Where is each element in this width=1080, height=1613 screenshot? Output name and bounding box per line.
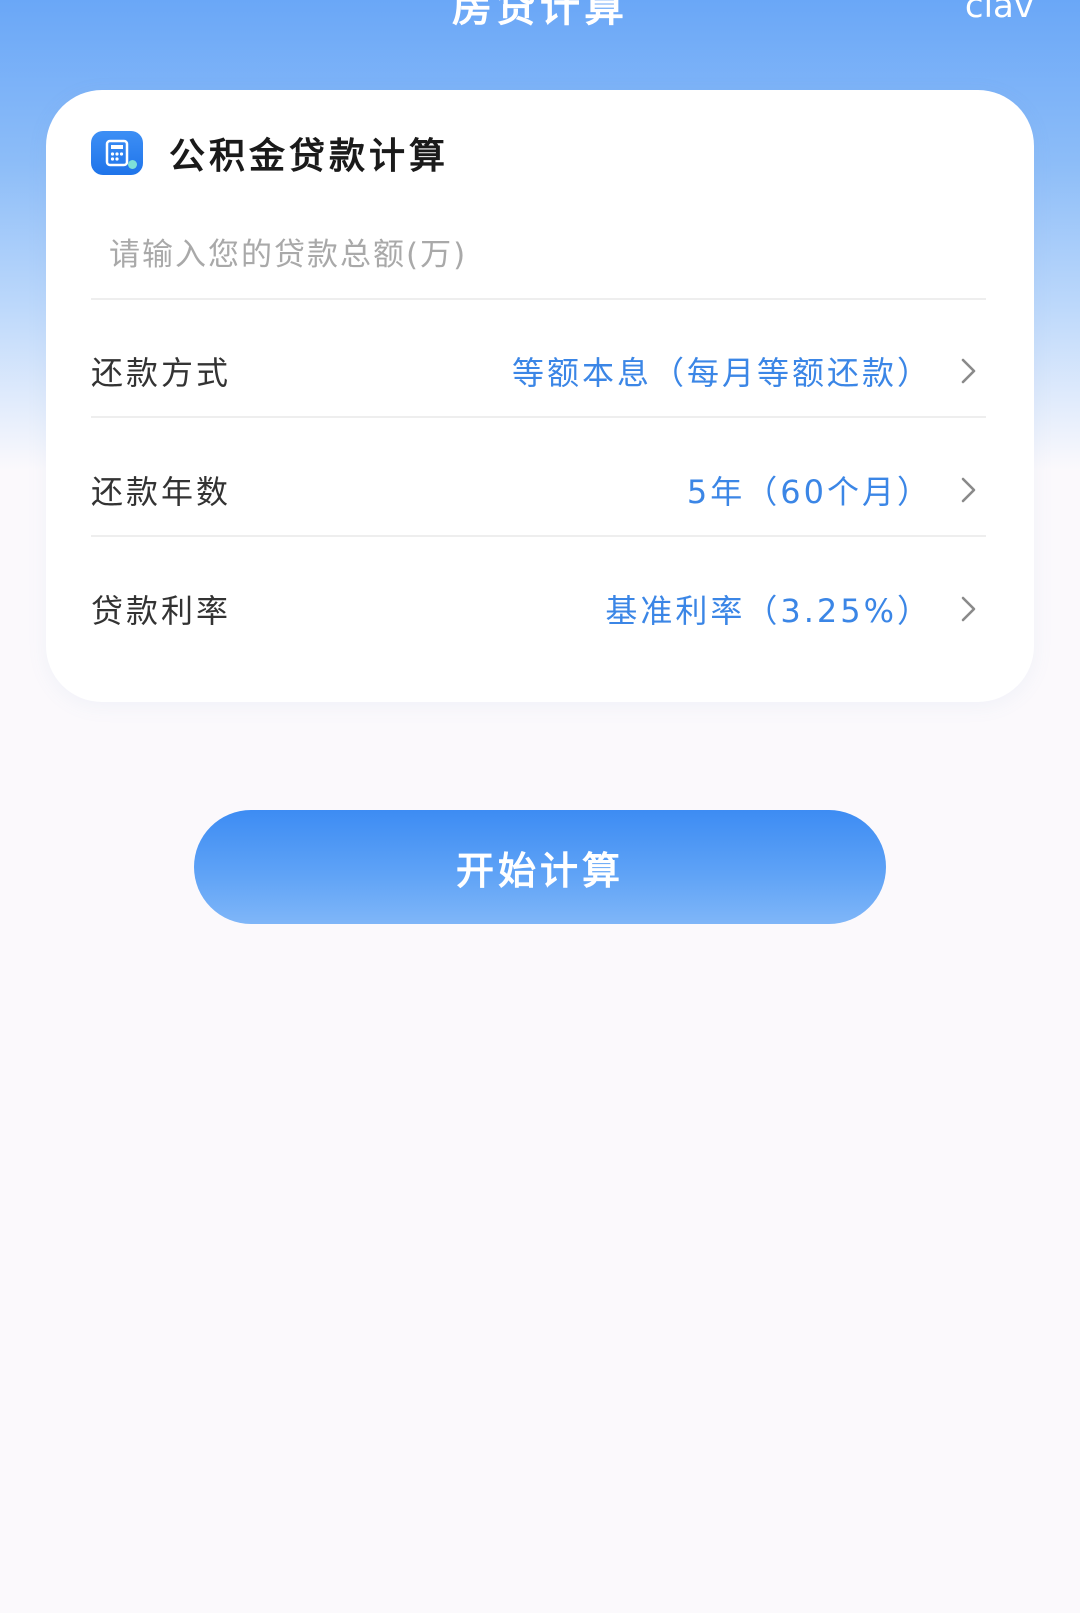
repayment-method-label: 还款方式: [91, 354, 232, 392]
nav-right-action[interactable]: clav: [965, 0, 1034, 26]
chevron-right-icon: [950, 353, 986, 389]
card-header: 公积金贷款计算: [91, 128, 449, 178]
interest-rate-row[interactable]: 贷款利率 基准利率（3.25%）: [91, 554, 986, 664]
repayment-method-row[interactable]: 还款方式 等额本息（每月等额还款）: [91, 316, 986, 426]
repayment-years-value: 5年（60个月）: [686, 473, 932, 511]
chevron-right-icon: [950, 472, 986, 508]
repayment-years-label: 还款年数: [91, 473, 232, 511]
repayment-years-row[interactable]: 还款年数 5年（60个月）: [91, 435, 986, 545]
start-calculation-button[interactable]: 开始计算: [194, 810, 886, 924]
divider: [91, 535, 986, 537]
card-title: 公积金贷款计算: [169, 136, 450, 177]
divider: [91, 416, 986, 418]
loan-amount-input[interactable]: [91, 210, 986, 300]
page-title: 房贷计算: [452, 0, 628, 31]
calculator-icon: [91, 131, 143, 175]
interest-rate-label: 贷款利率: [91, 592, 232, 630]
loan-form-card: 公积金贷款计算 还款方式 等额本息（每月等额还款） 还款年数 5年（60个月） …: [46, 90, 1034, 702]
repayment-method-selector[interactable]: 等额本息（每月等额还款）: [512, 348, 986, 394]
interest-rate-value: 基准利率（3.25%）: [605, 592, 932, 630]
chevron-right-icon: [950, 591, 986, 627]
repayment-method-value: 等额本息（每月等额还款）: [511, 354, 932, 392]
divider: [91, 298, 986, 300]
interest-rate-selector[interactable]: 基准利率（3.25%）: [605, 586, 986, 632]
repayment-years-selector[interactable]: 5年（60个月）: [687, 467, 986, 513]
